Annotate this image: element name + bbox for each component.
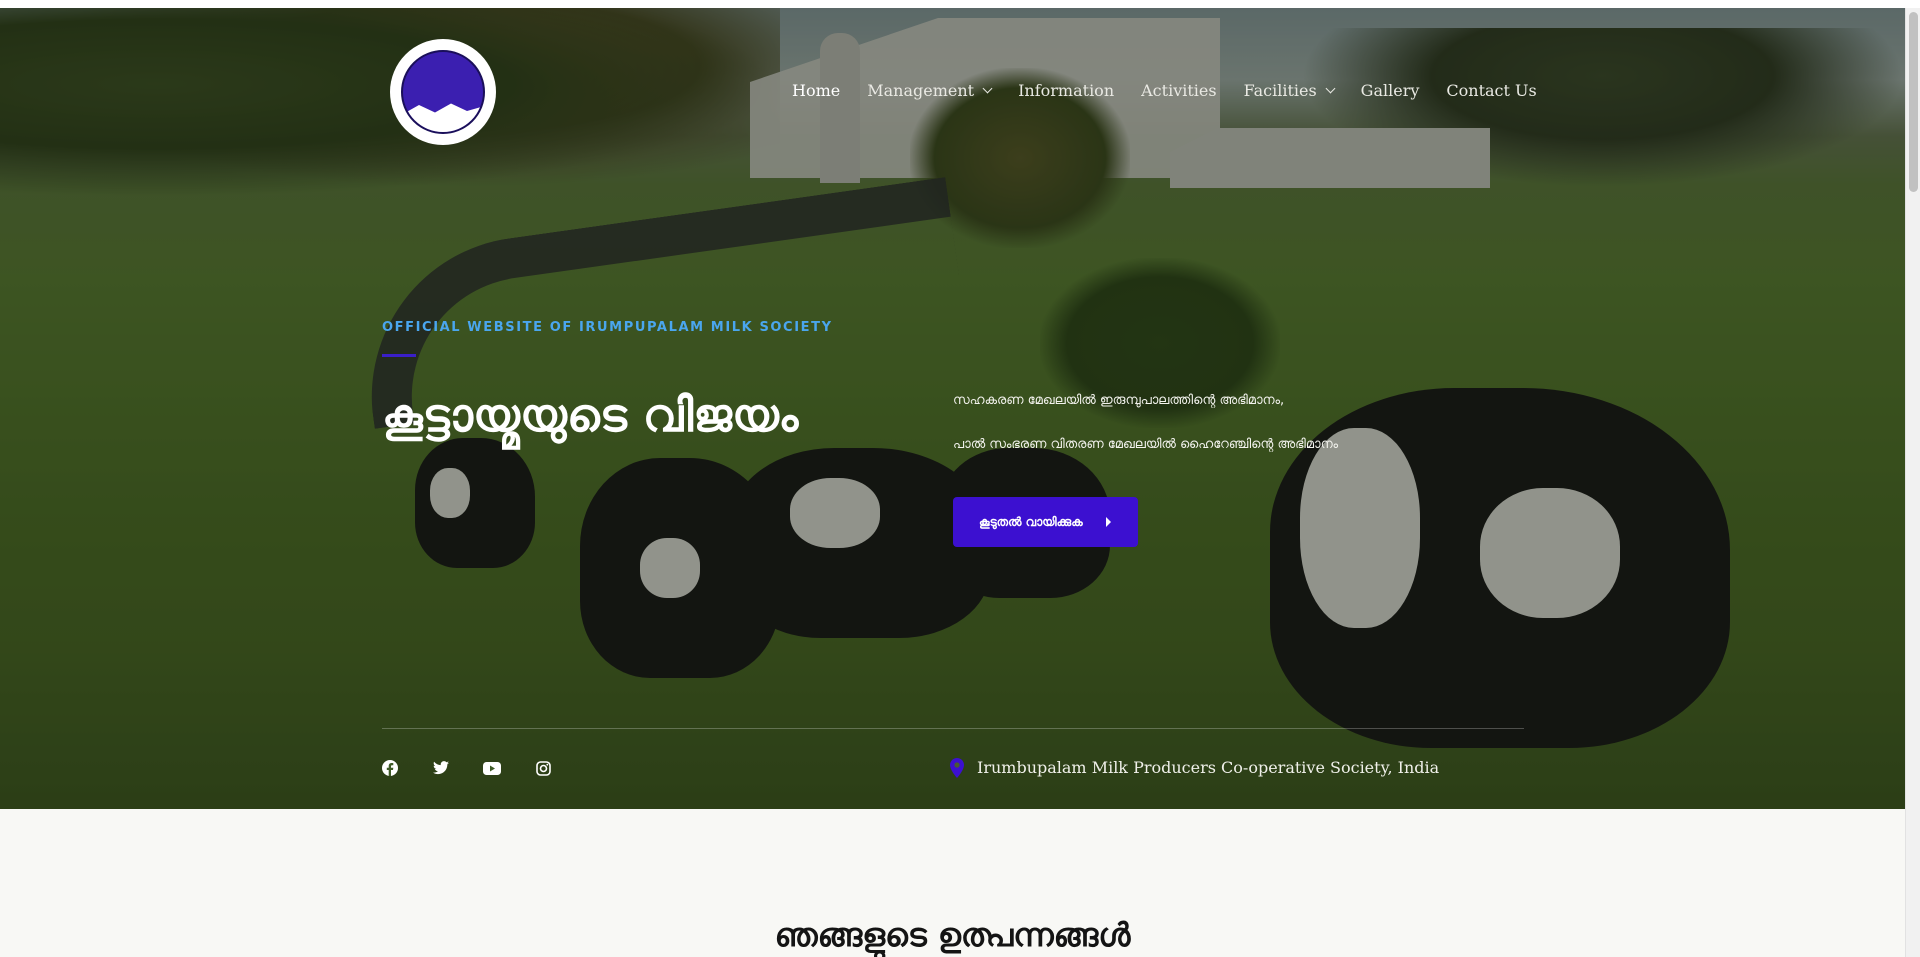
hero-description-line-1: സഹകരണ മേഖലയിൽ ഇരുമ്പുപാലത്തിന്റെ അഭിമാനം… [953,393,1285,408]
instagram-icon[interactable] [535,760,551,776]
location-text: Irumbupalam Milk Producers Co-operative … [977,758,1440,777]
hero-section [0,8,1905,809]
chevron-down-icon [1325,83,1336,94]
nav-facilities-label: Facilities [1243,81,1317,100]
logo-ground [403,103,483,132]
nav-gallery[interactable]: Gallery [1361,81,1420,100]
hero-overlay [0,8,1905,809]
nav-information[interactable]: Information [1018,81,1114,100]
scrollbar-thumb[interactable] [1909,12,1918,192]
nav-gallery-label: Gallery [1360,81,1420,100]
nav-home-label: Home [792,81,841,100]
nav-contact-us[interactable]: Contact Us [1446,81,1536,100]
read-more-button[interactable]: കൂടുതൽ വായിക്കുക [953,497,1138,547]
nav-activities[interactable]: Activities [1141,81,1216,100]
logo-emblem [401,50,485,134]
nav-activities-label: Activities [1141,81,1217,100]
hero-headline: കൂട്ടായ്മയുടെ വിജയം [382,388,799,442]
nav-home[interactable]: Home [792,81,840,100]
eyebrow-accent-bar [382,354,416,357]
nav-management-label: Management [867,81,975,100]
twitter-icon[interactable] [433,760,449,776]
hero-eyebrow: OFFICIAL WEBSITE OF IRUMPUPALAM MILK SOC… [382,320,833,335]
nav-information-label: Information [1018,81,1115,100]
map-pin-icon [950,758,964,778]
page-scrollbar[interactable] [1905,8,1920,957]
chevron-down-icon [982,83,993,94]
site-logo[interactable] [390,39,496,145]
nav-management[interactable]: Management [867,81,993,100]
nav-facilities[interactable]: Facilities [1243,81,1336,100]
main-nav: Home Management Information Activities F… [792,81,1564,100]
products-section-title: ഞങ്ങളുടെ ഉത്പന്നങ്ങൾ [774,916,1131,954]
youtube-icon[interactable] [483,760,501,776]
hero-description-line-2: പാൽ സംഭരണ വിതരണ മേഖലയിൽ ഹൈറേഞ്ചിന്റെ അഭി… [953,437,1339,452]
hero-divider [382,728,1524,729]
nav-contact-label: Contact Us [1446,81,1537,100]
facebook-icon[interactable] [382,760,398,776]
read-more-label: കൂടുതൽ വായിക്കുക [979,514,1083,529]
browser-top-strip [0,0,1920,8]
caret-right-icon [1106,517,1111,527]
